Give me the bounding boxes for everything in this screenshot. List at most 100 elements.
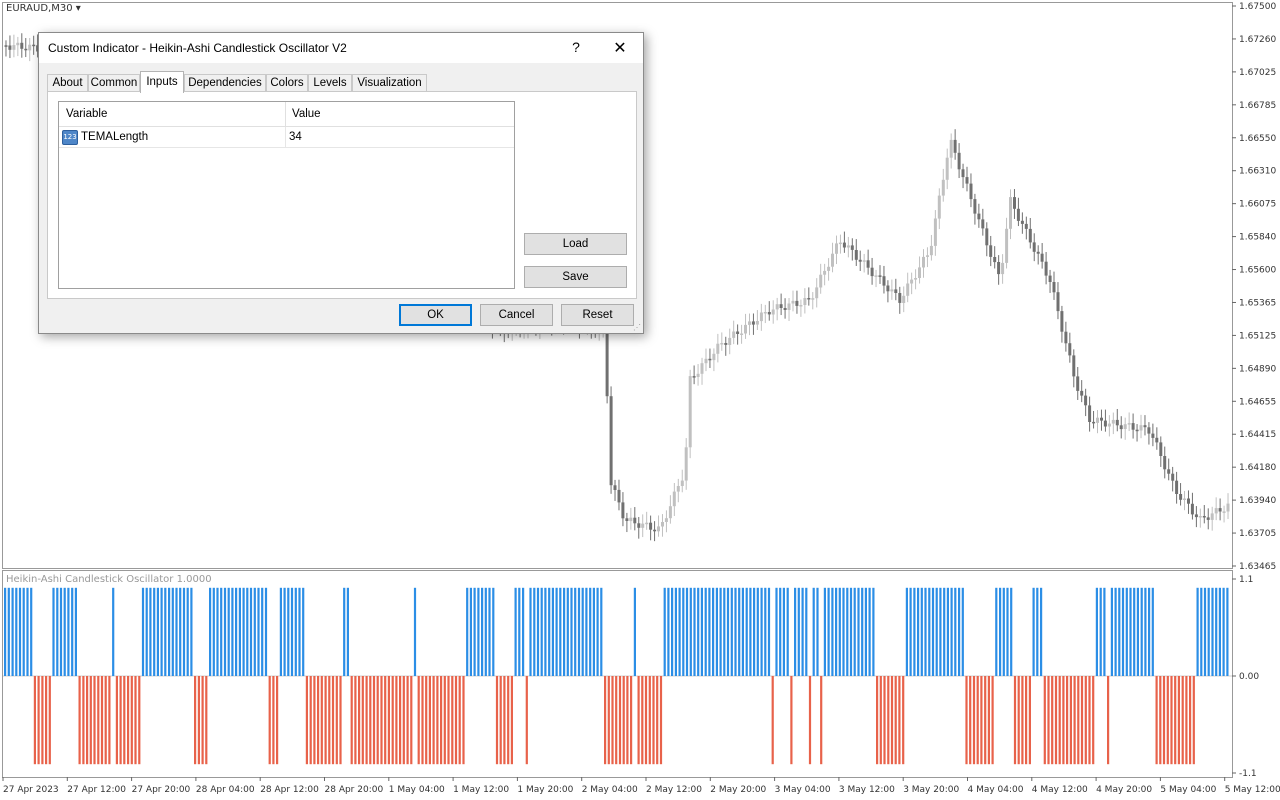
variable-name[interactable]: TEMALength <box>81 131 148 143</box>
oscillator-bar <box>179 587 182 676</box>
column-variable[interactable]: Variable <box>66 108 107 120</box>
oscillator-bar <box>685 587 689 676</box>
oscillator-bar <box>559 587 562 676</box>
numeric-type-icon: 123 <box>62 130 78 145</box>
oscillator-bar <box>570 587 573 676</box>
oscillator-bar <box>894 676 897 765</box>
oscillator-bar <box>97 676 100 765</box>
candle-body <box>1076 376 1080 391</box>
oscillator-bar <box>1177 676 1180 765</box>
cancel-button[interactable]: Cancel <box>480 304 553 326</box>
tab-levels[interactable]: Levels <box>308 74 352 92</box>
time-label: 4 May 12:00 <box>1032 785 1088 795</box>
oscillator-bar <box>626 676 629 765</box>
oscillator-bar <box>354 676 357 765</box>
candle-body <box>720 343 724 345</box>
tab-inputs[interactable]: Inputs <box>140 71 184 93</box>
oscillator-bar <box>309 676 312 765</box>
variable-value[interactable]: 34 <box>289 131 302 143</box>
oscillator-bar <box>298 587 301 676</box>
tab-about[interactable]: About <box>47 74 88 92</box>
oscillator-bar <box>443 676 446 765</box>
table-row[interactable]: 123 TEMALength 34 <box>59 127 514 148</box>
candle-body <box>1013 197 1016 209</box>
candle-body <box>1107 423 1111 427</box>
price-label: 1.65600 <box>1239 266 1276 276</box>
oscillator-bar <box>663 587 666 676</box>
price-label: 1.66075 <box>1239 200 1276 210</box>
oscillator-bar <box>719 587 722 676</box>
oscillator-bar <box>786 587 789 676</box>
oscillator-bar <box>689 587 692 676</box>
close-icon[interactable]: ✕ <box>611 38 629 58</box>
oscillator-bar <box>1095 587 1098 676</box>
dropdown-icon[interactable]: ▾ <box>76 3 81 14</box>
oscillator-bar <box>410 676 413 765</box>
tab-dependencies[interactable]: Dependencies <box>184 74 266 92</box>
time-label: 3 May 20:00 <box>903 785 959 795</box>
candle-body <box>1131 423 1135 430</box>
candle-body <box>858 259 862 262</box>
oscillator-bar <box>1196 587 1199 676</box>
price-label: 1.64890 <box>1239 364 1276 374</box>
oscillator-bar <box>149 587 152 676</box>
time-label: 4 May 20:00 <box>1096 785 1152 795</box>
reset-button[interactable]: Reset <box>561 304 634 326</box>
time-label: 2 May 04:00 <box>582 785 638 795</box>
oscillator-bar <box>756 587 759 676</box>
load-button[interactable]: Load <box>524 233 627 255</box>
save-button[interactable]: Save <box>524 266 627 288</box>
column-value[interactable]: Value <box>292 108 321 120</box>
candle-body <box>661 522 664 527</box>
oscillator-bar <box>544 587 547 676</box>
candle-body <box>1119 425 1123 430</box>
oscillator-bar <box>589 587 592 676</box>
resize-grip-icon[interactable]: ⋰ <box>633 323 641 332</box>
candle-body <box>657 526 660 532</box>
candle-body <box>32 44 36 47</box>
price-label: 1.63940 <box>1239 496 1276 506</box>
oscillator-bar <box>123 676 126 765</box>
help-button[interactable]: ? <box>569 39 583 55</box>
candle-body <box>838 242 842 245</box>
oscillator-bar <box>466 587 469 676</box>
dialog-titlebar[interactable]: Custom Indicator - Heikin-Ashi Candlesti… <box>39 33 643 63</box>
tab-visualization[interactable]: Visualization <box>352 74 427 92</box>
candle-body <box>922 256 925 268</box>
oscillator-bar <box>253 587 256 676</box>
candle-body <box>1167 469 1171 474</box>
oscillator-bar <box>958 587 961 676</box>
oscillator-bar <box>328 676 331 765</box>
oscillator-bar <box>622 676 625 765</box>
oscillator-bar <box>697 587 700 676</box>
candle-body <box>1123 424 1127 429</box>
oscillator-bar <box>760 587 763 676</box>
tab-colors[interactable]: Colors <box>266 74 308 92</box>
oscillator-bar <box>898 676 901 765</box>
column-separator[interactable] <box>285 102 286 126</box>
candle-body <box>973 199 977 214</box>
oscillator-bar <box>499 676 502 765</box>
oscillator-bar <box>604 676 607 765</box>
candle-body <box>1060 311 1064 332</box>
candle-body <box>672 491 676 507</box>
candle-body <box>842 242 846 248</box>
oscillator-bar <box>335 676 338 765</box>
candle-body <box>664 518 668 522</box>
oscillator-bar <box>637 676 640 765</box>
price-label: 1.64655 <box>1239 397 1276 407</box>
ok-button[interactable]: OK <box>399 304 472 326</box>
candle-body <box>24 48 28 51</box>
oscillator-bar <box>1002 587 1005 676</box>
tab-common[interactable]: Common <box>88 74 140 92</box>
oscillator-bar <box>525 676 528 765</box>
oscillator-bar <box>510 676 513 765</box>
time-label: 4 May 04:00 <box>968 785 1024 795</box>
candle-body <box>680 480 684 486</box>
oscillator-bar <box>477 587 480 676</box>
oscillator-bar <box>268 676 271 765</box>
candle-body <box>846 245 850 248</box>
oscillator-bar <box>283 587 286 676</box>
oscillator-bar <box>726 587 730 676</box>
oscillator-bar <box>384 676 387 765</box>
